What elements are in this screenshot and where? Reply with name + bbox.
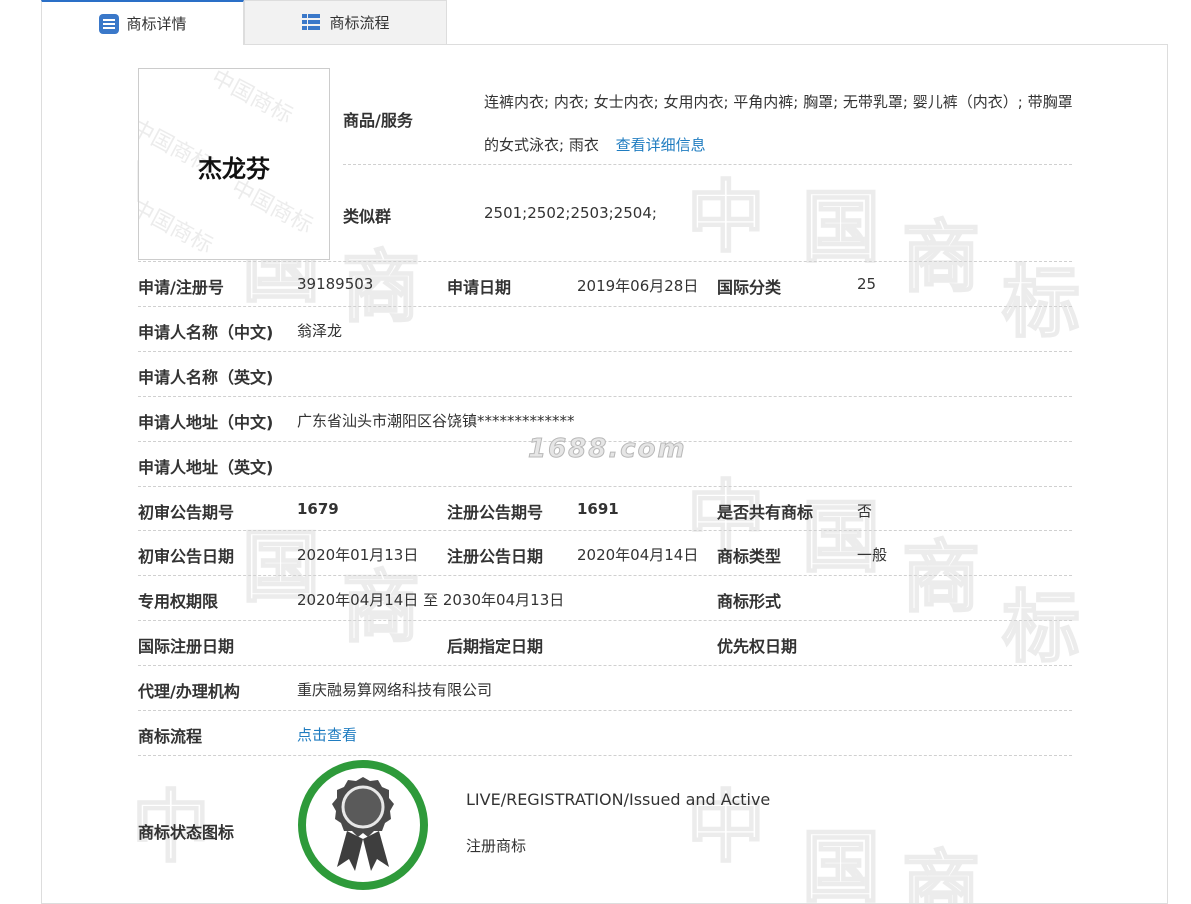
type-value: 一般 [857,546,888,564]
goods-label: 商品/服务 [343,111,413,130]
divider [138,351,1072,352]
address-cn-label: 申请人地址（中文) [138,413,274,432]
applicant-cn-value: 翁泽龙 [297,322,343,340]
watermark-glyph: 商 [901,842,981,904]
exclusive-label: 专用权期限 [138,592,219,611]
image-watermark: 中国商标 [207,68,297,129]
prelim-no-label: 初审公告期号 [138,503,235,522]
prelim-no-value: 1679 [297,500,339,518]
reg-pub-no-label: 注册公告期号 [447,503,544,522]
reg-no-value: 39189503 [297,275,374,293]
prelim-date-label: 初审公告日期 [138,547,235,566]
divider [138,486,1072,487]
divider [138,530,1072,531]
form-label: 商标形式 [717,592,782,611]
trademark-image: 中国商标 中国商标 中国商标 中国商标 杰龙芬 [138,68,330,260]
goods-text: 连裤内衣; 内衣; 女士内衣; 女用内衣; 平角内裤; 胸罩; 无带乳罩; 婴儿… [484,93,1073,154]
similar-group-value: 2501;2502;2503;2504; [484,204,657,222]
shared-label: 是否共有商标 [717,503,814,522]
divider [138,306,1072,307]
applicant-cn-label: 申请人名称（中文) [138,323,274,342]
address-en-label: 申请人地址（英文) [138,458,274,477]
list-icon [98,13,120,35]
site-watermark: 1688.com [528,434,687,465]
detail-panel: 中 中 国 商 标 商 国 中 国 商 标 国 商 中 中 国 商 中国商标 中… [41,44,1168,904]
watermark-glyph: 标 [1001,582,1081,674]
divider [138,261,1072,262]
intl-reg-label: 国际注册日期 [138,637,235,656]
goods-value: 连裤内衣; 内衣; 女士内衣; 女用内衣; 平角内裤; 胸罩; 无带乳罩; 婴儿… [484,81,1076,167]
watermark-glyph: 中 [686,782,766,874]
watermark-glyph: 国 [801,822,881,904]
type-label: 商标类型 [717,547,782,566]
divider [138,710,1072,711]
flow-label: 商标流程 [138,727,203,746]
reg-pub-no-value: 1691 [577,500,619,518]
tab-trademark-details[interactable]: 商标详情 [41,0,244,45]
tab-label: 商标流程 [329,14,390,32]
applicant-en-label: 申请人名称（英文) [138,368,274,387]
divider [138,396,1072,397]
apply-date-value: 2019年06月28日 [577,277,699,295]
tab-trademark-flow[interactable]: 商标流程 [244,0,447,44]
later-label: 后期指定日期 [447,637,544,656]
watermark-glyph: 国 [801,492,881,584]
reg-pub-date-value: 2020年04月14日 [577,546,699,564]
reg-no-label: 申请/注册号 [138,278,224,297]
agent-label: 代理/办理机构 [138,682,240,701]
divider [138,665,1072,666]
view-details-link[interactable]: 查看详细信息 [616,136,706,154]
apply-date-label: 申请日期 [447,278,512,297]
tab-bar: 商标详情 商标流程 [41,0,1168,45]
status-cn: 注册商标 [466,837,527,855]
view-flow-link[interactable]: 点击查看 [297,724,357,745]
trademark-name: 杰龙芬 [198,154,270,183]
grid-icon [301,12,323,34]
intl-class-label: 国际分类 [717,278,782,297]
priority-label: 优先权日期 [717,637,798,656]
watermark-glyph: 中 [686,172,766,264]
watermark-glyph: 标 [1001,257,1081,349]
status-icon-label: 商标状态图标 [138,823,235,842]
status-en: LIVE/REGISTRATION/Issued and Active [466,790,771,809]
address-cn-value: 广东省汕头市潮阳区谷饶镇************* [297,412,575,430]
exclusive-value: 2020年04月14日 至 2030年04月13日 [297,591,565,609]
reg-pub-date-label: 注册公告日期 [447,547,544,566]
agent-value: 重庆融易算网络科技有限公司 [297,681,493,699]
intl-class-value: 25 [857,275,877,293]
divider [343,164,1072,165]
tab-label: 商标详情 [126,15,187,33]
watermark-glyph: 商 [901,212,981,304]
prelim-date-value: 2020年01月13日 [297,546,419,564]
divider [138,755,1072,756]
watermark-glyph: 商 [901,532,981,624]
shared-value: 否 [857,502,873,520]
divider [138,575,1072,576]
image-watermark: 中国商标 [138,195,217,259]
registered-badge-icon [297,759,429,891]
similar-group-label: 类似群 [343,207,392,226]
divider [138,620,1072,621]
